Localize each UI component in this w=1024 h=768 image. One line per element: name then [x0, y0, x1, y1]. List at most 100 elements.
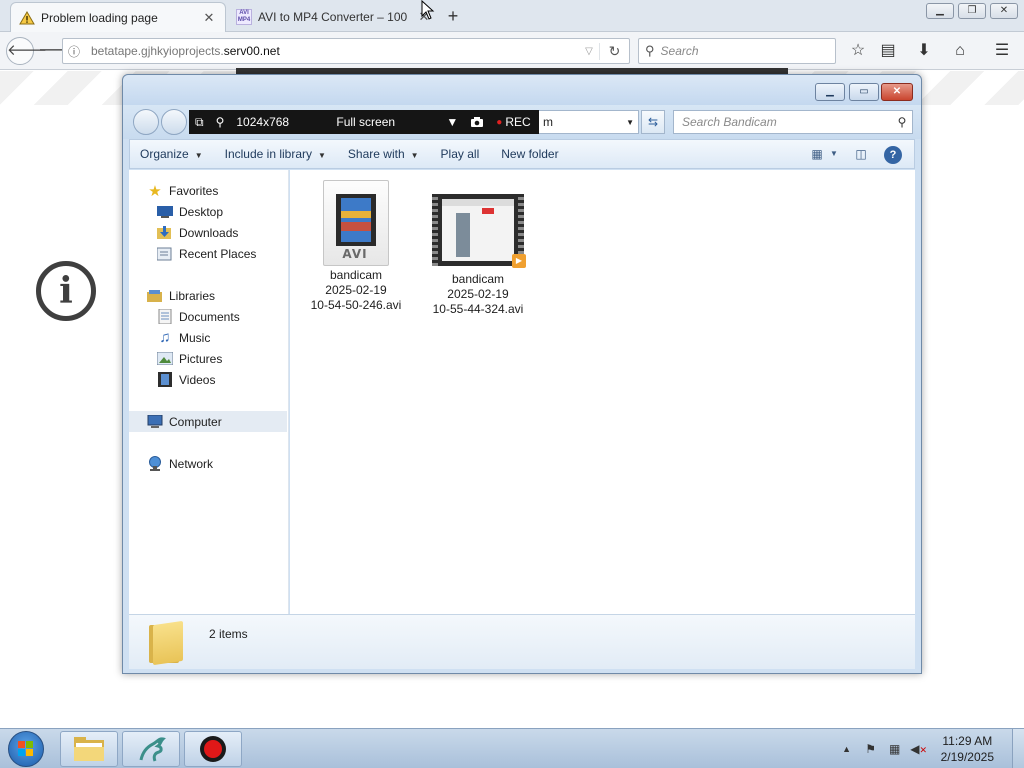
bandicam-zoom-icon[interactable]: ⚲ [210, 115, 231, 129]
nav-music[interactable]: ♫ Music [157, 327, 287, 348]
nav-recent-places[interactable]: Recent Places [157, 243, 287, 264]
explorer-address-field[interactable]: m ▼ [539, 110, 639, 134]
url-dropdown-icon[interactable]: ▽ [579, 46, 599, 57]
file-list: AVI bandicam 2025-02-19 10-54-50-246.avi… [290, 170, 915, 614]
home-icon[interactable]: ⌂ [950, 41, 970, 61]
nav-favorites[interactable]: ★ Favorites [147, 180, 287, 201]
tab-avi-to-mp4[interactable]: AVI MP4 AVI to MP4 Converter – 100 ✕ [228, 2, 440, 32]
reading-list-icon[interactable]: ▤ [878, 41, 898, 61]
taskbar-bandicam[interactable] [184, 731, 242, 767]
nav-network[interactable]: Network [147, 453, 287, 474]
clock[interactable]: 11:29 AM 2/19/2025 [941, 733, 994, 765]
url-host-domain: serv00.net [223, 44, 280, 58]
include-in-library-menu[interactable]: Include in library ▼ [225, 147, 326, 161]
forward-button[interactable]: 🡒 [38, 41, 81, 61]
help-icon: ? [884, 146, 902, 164]
avi-mp4-icon: AVI MP4 [236, 9, 252, 25]
address-text: m [543, 115, 553, 129]
search-input[interactable]: ⚲ Search [638, 38, 836, 64]
explorer-search-input[interactable]: Search Bandicam ⚲ [673, 110, 913, 134]
tab-label: Problem loading page [41, 10, 158, 25]
explorer-back-button[interactable] [133, 109, 159, 135]
explorer-close-button[interactable]: ✕ [881, 83, 913, 101]
site-info-icon[interactable]: ⓘ [63, 43, 85, 60]
bandicam-screenshot-icon[interactable] [464, 116, 490, 128]
include-in-library-label: Include in library [224, 147, 312, 161]
taskbar-dragon-app[interactable] [122, 731, 180, 767]
windows-logo-icon [18, 741, 34, 757]
chevron-down-icon: ▼ [410, 151, 419, 160]
tab-problem-loading[interactable]: Problem loading page ✕ [10, 2, 226, 32]
menu-icon[interactable]: ☰ [992, 41, 1012, 61]
show-hidden-icons-icon[interactable]: ▲ [837, 744, 857, 754]
music-label: Music [179, 330, 211, 345]
clock-date: 2/19/2025 [940, 750, 994, 764]
file-name-line1: bandicam [329, 268, 383, 282]
window-minimize-button[interactable]: ▁ [926, 3, 954, 19]
file-name-line2: 2025-02-19 [447, 287, 509, 301]
explorer-titlebar[interactable]: ▁ ▭ ✕ [123, 75, 921, 105]
bookmark-star-icon[interactable]: ☆ [848, 41, 868, 61]
documents-icon [157, 309, 173, 325]
close-tab-icon[interactable]: ✕ [201, 10, 217, 26]
new-folder-button[interactable]: New folder [501, 147, 558, 161]
organize-menu[interactable]: Organize ▼ [140, 147, 203, 161]
search-placeholder: Search [660, 44, 699, 58]
nav-computer[interactable]: Computer [129, 411, 287, 432]
preview-pane-icon[interactable]: ◫ [850, 145, 872, 163]
nav-downloads[interactable]: Downloads [157, 222, 287, 243]
nav-documents[interactable]: Documents [157, 306, 287, 327]
bandicam-rec-button[interactable]: ● REC [490, 115, 536, 129]
recent-places-label: Recent Places [179, 246, 257, 261]
file-item[interactable]: ▶ bandicam 2025-02-19 10-55-44-324.avi [418, 180, 538, 317]
explorer-minimize-button[interactable]: ▁ [815, 83, 845, 101]
chevron-down-icon[interactable]: ▼ [828, 145, 840, 163]
window-close-button[interactable]: ✕ [990, 3, 1018, 19]
browser-nav-bar: 🡐 🡒 ⓘ betatape.gjhkyioprojects.serv00.ne… [0, 32, 1024, 70]
start-button[interactable] [8, 731, 44, 767]
bandicam-target-icon[interactable]: ⧉ [189, 115, 210, 130]
show-desktop-button[interactable] [1012, 729, 1024, 768]
back-button[interactable]: 🡐 [6, 37, 47, 65]
help-button[interactable]: ? [882, 145, 904, 164]
file-name-line2: 2025-02-19 [325, 283, 387, 297]
desktop-label: Desktop [179, 204, 224, 219]
download-icon[interactable]: ⬇ [914, 41, 934, 61]
explorer-forward-button[interactable] [161, 109, 187, 135]
explorer-maximize-button[interactable]: ▭ [849, 83, 879, 101]
play-all-button[interactable]: Play all [441, 147, 480, 161]
url-bar[interactable]: ⓘ betatape.gjhkyioprojects.serv00.net ▽ … [62, 38, 630, 64]
explorer-window: ▁ ▭ ✕ ⧉ ⚲ 1024x768 Full screen ▼ ● REC m … [122, 74, 922, 674]
address-dropdown-icon[interactable]: ▼ [626, 118, 634, 127]
share-with-menu[interactable]: Share with ▼ [348, 147, 419, 161]
bandicam-toolbar: ⧉ ⚲ 1024x768 Full screen ▼ ● REC [189, 110, 539, 134]
window-restore-button[interactable]: ❐ [958, 3, 986, 19]
organize-label: Organize [140, 147, 189, 161]
change-view-icon[interactable]: ▦ [806, 145, 828, 163]
dragon-icon [139, 737, 166, 762]
search-icon[interactable]: ⚲ [892, 115, 912, 129]
network-label: Network [169, 456, 214, 471]
network-tray-icon[interactable]: ▦ [885, 742, 905, 756]
documents-label: Documents [179, 309, 240, 324]
new-tab-button[interactable]: + [444, 6, 462, 27]
videos-icon [157, 372, 173, 388]
favorites-label: Favorites [169, 183, 219, 198]
volume-muted-icon[interactable]: ◀✕ [909, 742, 929, 756]
reload-icon[interactable]: ↻ [599, 42, 629, 60]
nav-pictures[interactable]: Pictures [157, 348, 287, 369]
file-item[interactable]: AVI bandicam 2025-02-19 10-54-50-246.avi [296, 180, 416, 313]
bandicam-mode[interactable]: Full screen [330, 115, 440, 129]
nav-libraries[interactable]: Libraries [147, 285, 287, 306]
nav-videos[interactable]: Videos [157, 369, 287, 390]
play-badge-icon: ▶ [512, 254, 526, 268]
bandicam-mode-dropdown-icon[interactable]: ▼ [440, 115, 464, 129]
explorer-refresh-button[interactable]: ⇆ [641, 110, 665, 134]
items-count: 2 items [209, 627, 248, 641]
taskbar-explorer[interactable] [60, 731, 118, 767]
recent-places-icon [157, 246, 173, 262]
action-center-flag-icon[interactable]: ⚑ [861, 742, 881, 756]
url-text[interactable]: betatape.gjhkyioprojects.serv00.net [85, 44, 579, 58]
folder-icon [149, 620, 183, 666]
nav-desktop[interactable]: Desktop [157, 201, 287, 222]
